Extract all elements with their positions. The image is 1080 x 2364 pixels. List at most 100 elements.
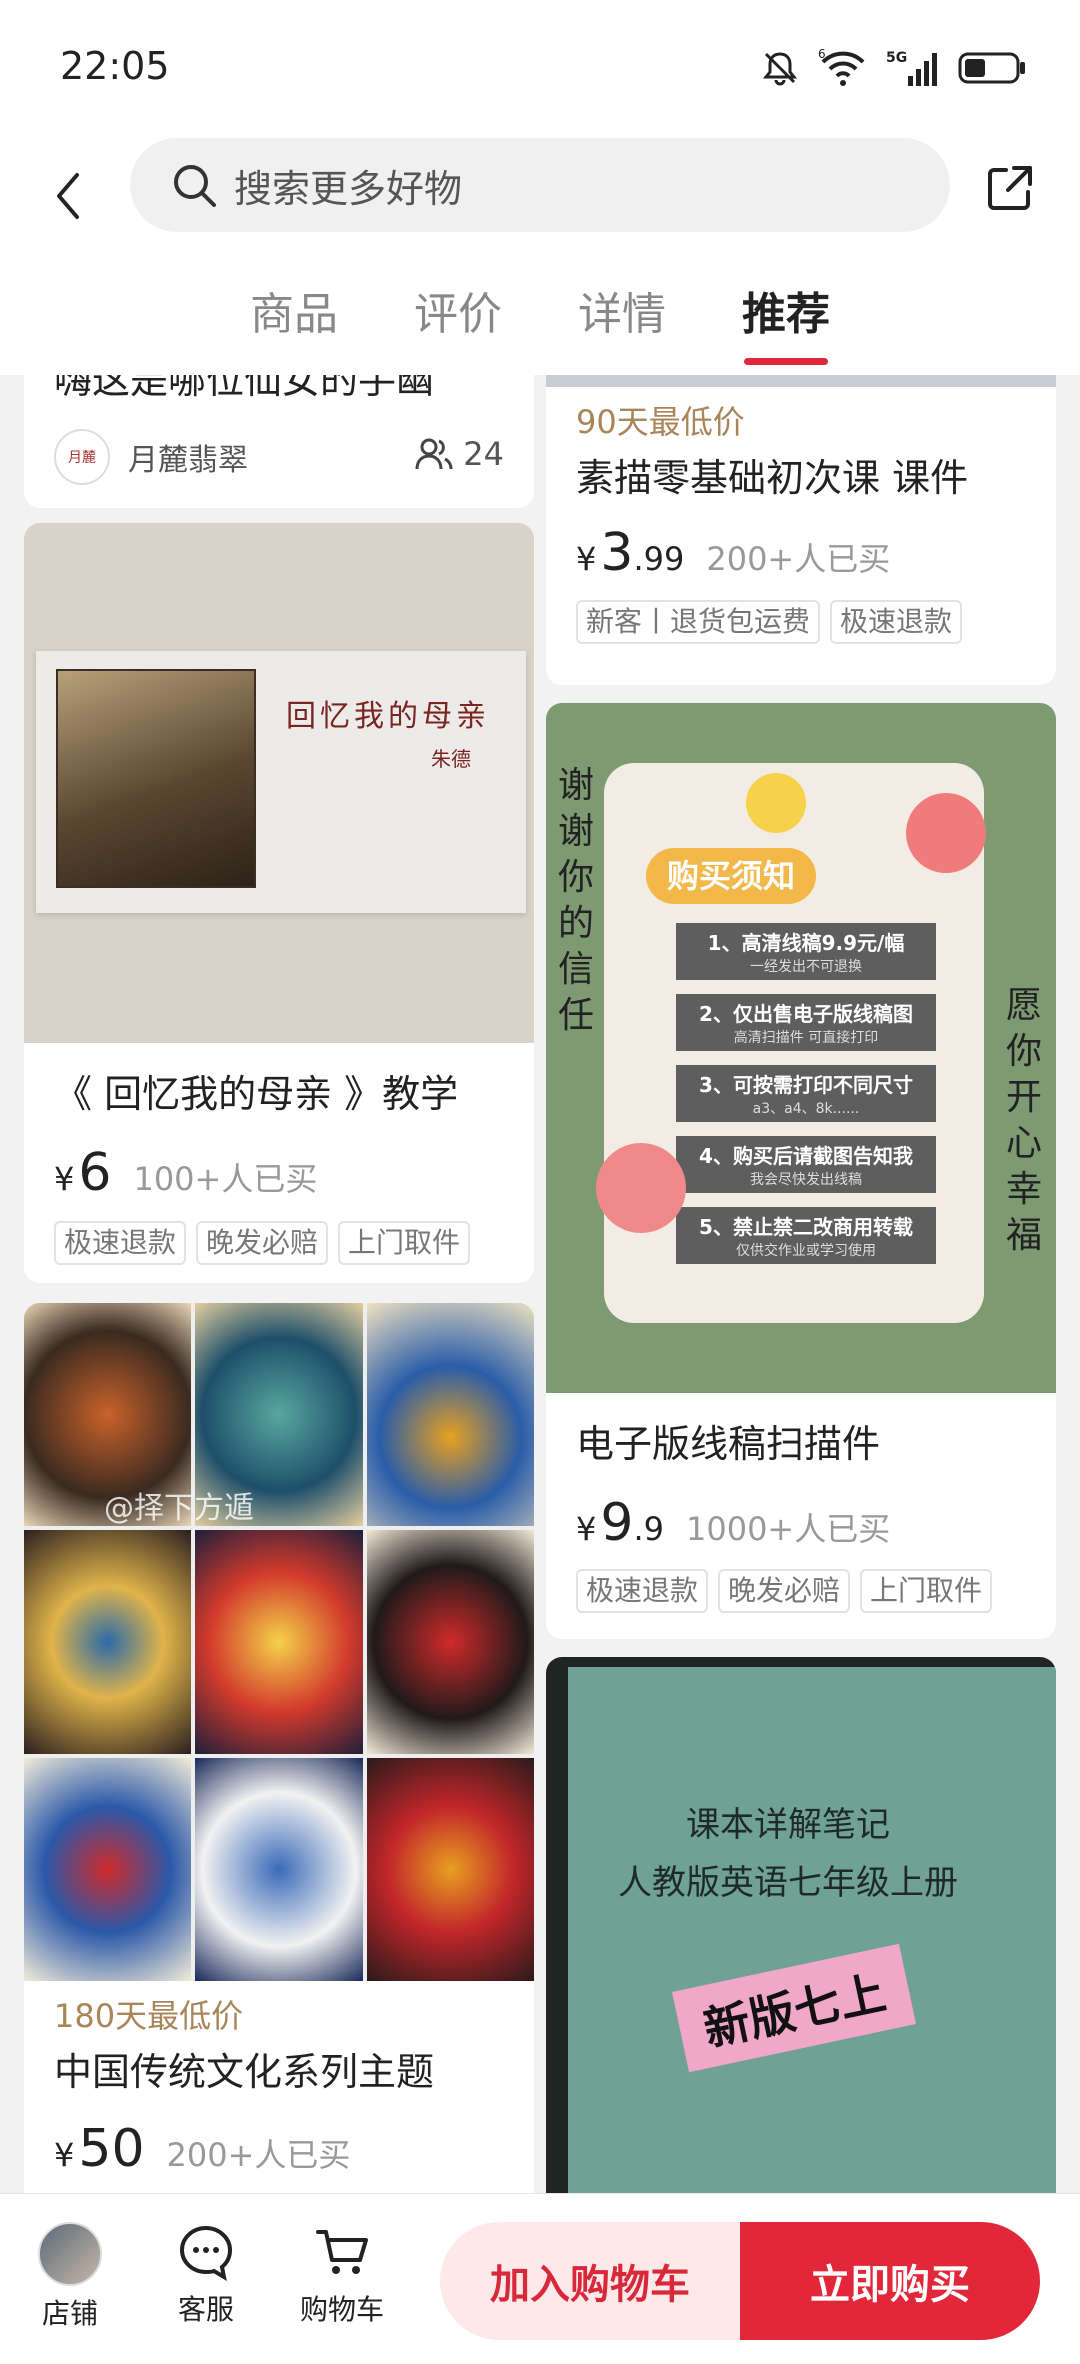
- header: 搜索更多好物 商品 评价 详情 推荐: [0, 130, 1080, 375]
- avatar: 月麓: [54, 429, 110, 485]
- back-button[interactable]: [40, 160, 96, 232]
- product-card[interactable]: 课本详解笔记 人教版英语七年级上册 新版七上: [546, 1657, 1056, 2193]
- customer-service-button[interactable]: 客服: [156, 2222, 256, 2328]
- service-tag: 极速退款: [54, 1221, 187, 1265]
- chevron-left-icon: [57, 173, 79, 219]
- price-symbol: ¥: [54, 1160, 75, 1198]
- product-card[interactable]: 90天最低价 素描零基础初次课 课件 ¥ 3 .99 200+人已买 新客丨退货…: [546, 375, 1056, 685]
- shop-label: 店铺: [41, 2297, 98, 2330]
- seller-info: 月麓 月麓翡翠: [54, 429, 248, 485]
- image-author: 朱德: [431, 747, 471, 771]
- chat-icon: [180, 2225, 233, 2282]
- flower-decoration: [746, 773, 806, 833]
- mute-bell-icon: [762, 52, 798, 86]
- product-title: 《 回忆我的母亲 》教学: [54, 1072, 459, 1116]
- viewer-count: 24: [415, 435, 504, 473]
- price-integer: 6: [78, 1143, 112, 1203]
- service-tag: 晚发必赔: [196, 1221, 329, 1265]
- product-image: 课本详解笔记 人教版英语七年级上册 新版七上: [546, 1657, 1056, 2193]
- tag-list: 极速退款 晚发必赔 上门取件: [576, 1569, 993, 1613]
- cart-icon: [316, 2230, 368, 2274]
- rule-sub: 仅供交作业或学习使用: [736, 1243, 876, 1259]
- price-row: ¥ 3 .99 200+人已买: [576, 523, 890, 583]
- product-title: 嗨这是哪位仙女的手幽: [54, 375, 435, 402]
- rule-main: 1、高清线稿9.9元/幅: [707, 931, 905, 955]
- shop-button[interactable]: 店铺: [20, 2222, 120, 2332]
- product-image: [546, 375, 1056, 387]
- status-bar: 22:05 6 5G: [0, 0, 1080, 130]
- service-tag: 上门取件: [860, 1569, 993, 1613]
- search-input[interactable]: 搜索更多好物: [130, 138, 950, 232]
- rule-sub: 高清扫描件 可直接打印: [733, 1030, 879, 1046]
- seller-name: 月麓翡翠: [128, 443, 248, 478]
- rule-item: 1、高清线稿9.9元/幅 一经发出不可退换: [676, 923, 936, 980]
- rule-main: 3、可按需打印不同尺寸: [699, 1073, 913, 1097]
- price-row: ¥ 50 200+人已买: [54, 2119, 350, 2179]
- tab-product[interactable]: 商品: [246, 275, 342, 375]
- service-tag: 极速退款: [576, 1569, 709, 1613]
- rule-item: 3、可按需打印不同尺寸 a3、a4、8k......: [676, 1065, 936, 1122]
- viewer-count-value: 24: [463, 435, 504, 473]
- price-symbol: ¥: [576, 540, 597, 578]
- product-image: @择下方遁: [24, 1303, 534, 1981]
- price-integer: 9: [600, 1493, 634, 1553]
- rule-sub: 我会尽快发出线稿: [750, 1172, 862, 1188]
- product-title: 电子版线稿扫描件: [576, 1422, 881, 1466]
- product-card[interactable]: 回忆我的母亲 朱德 《 回忆我的母亲 》教学 ¥ 6 100+人已买 极速退款 …: [24, 523, 534, 1283]
- people-icon: [415, 438, 453, 470]
- service-tag: 极速退款: [830, 600, 963, 644]
- recommend-feed: 嗨这是哪位仙女的手幽 月麓 月麓翡翠 24 回忆我的母亲 朱德 《 回忆我的母亲…: [0, 375, 1080, 2193]
- product-card[interactable]: 嗨这是哪位仙女的手幽 月麓 月麓翡翠 24: [24, 375, 534, 508]
- sold-count: 100+人已买: [133, 1160, 318, 1198]
- search-placeholder: 搜索更多好物: [234, 166, 463, 211]
- rule-item: 2、仅出售电子版线稿图 高清扫描件 可直接打印: [676, 994, 936, 1051]
- price-row: ¥ 9 .9 1000+人已买: [576, 1493, 890, 1553]
- network-label: 5G: [886, 50, 907, 66]
- product-title: 素描零基础初次课 课件: [576, 456, 969, 500]
- product-card[interactable]: @择下方遁 180天最低价 中国传统文化系列主题 ¥ 50 200+人已买: [24, 1303, 534, 2193]
- product-card[interactable]: 谢谢你的信任 愿你开心幸福 购买须知 1、高清线稿9.9元/幅 一经发出不可退换…: [546, 703, 1056, 1639]
- flower-decoration: [596, 1143, 686, 1233]
- rule-sub: 一经发出不可退换: [750, 959, 862, 975]
- product-image: 回忆我的母亲 朱德: [24, 523, 534, 1043]
- sold-count: 200+人已买: [706, 540, 891, 578]
- bottom-action-bar: 店铺 客服 购物车 加入购物车 立即购买: [0, 2193, 1080, 2364]
- tab-recommend[interactable]: 推荐: [738, 275, 834, 375]
- search-icon: [170, 161, 218, 209]
- cart-label: 购物车: [299, 2293, 384, 2326]
- signal-icon: 5G: [886, 50, 937, 86]
- tab-reviews[interactable]: 评价: [410, 275, 506, 375]
- image-title: 回忆我的母亲: [286, 699, 490, 734]
- service-tag: 晚发必赔: [718, 1569, 851, 1613]
- book-sticker: 新版七上: [672, 1943, 916, 2073]
- product-title: 中国传统文化系列主题: [54, 2050, 435, 2094]
- book-title-line1: 课本详解笔记: [686, 1805, 890, 1845]
- tab-bar: 商品 评价 详情 推荐: [0, 275, 1080, 375]
- tag-list: 新客丨退货包运费 极速退款: [576, 600, 963, 644]
- wifi-label: 6: [818, 48, 826, 61]
- rule-main: 5、禁止禁二改商用转载: [699, 1215, 913, 1239]
- image-watermark: @择下方遁: [104, 1491, 254, 1526]
- price-integer: 50: [78, 2119, 145, 2179]
- service-label: 客服: [177, 2293, 234, 2326]
- lowest-price-badge: 90天最低价: [576, 403, 745, 441]
- tab-details[interactable]: 详情: [574, 275, 670, 375]
- sold-count: 1000+人已买: [685, 1510, 891, 1548]
- wifi-icon: 6: [818, 48, 865, 86]
- book-title-line2: 人教版英语七年级上册: [618, 1863, 958, 1903]
- service-tag: 新客丨退货包运费: [576, 600, 821, 644]
- sold-count: 200+人已买: [166, 2136, 351, 2174]
- rule-item: 5、禁止禁二改商用转载 仅供交作业或学习使用: [676, 1207, 936, 1264]
- battery-icon: [958, 52, 1025, 84]
- rule-main: 2、仅出售电子版线稿图: [699, 1002, 913, 1026]
- price-row: ¥ 6 100+人已买: [54, 1143, 317, 1203]
- price-decimal: .9: [633, 1510, 664, 1548]
- cart-button[interactable]: 购物车: [292, 2222, 392, 2328]
- poster-side-right: 愿你开心幸福: [1006, 985, 1043, 1256]
- add-to-cart-button[interactable]: 加入购物车: [440, 2222, 740, 2340]
- buy-now-button[interactable]: 立即购买: [740, 2222, 1040, 2340]
- price-symbol: ¥: [576, 1510, 597, 1548]
- status-icons: 6 5G: [760, 48, 1028, 88]
- status-time: 22:05: [60, 44, 170, 88]
- share-button[interactable]: [980, 158, 1040, 218]
